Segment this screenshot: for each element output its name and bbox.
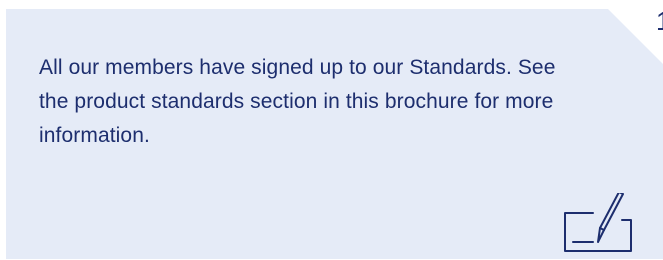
page: All our members have signed up to our St… — [0, 0, 663, 260]
page-number: 1 — [656, 6, 663, 36]
callout-text: All our members have signed up to our St… — [39, 56, 556, 147]
sign-document-icon — [564, 193, 632, 252]
